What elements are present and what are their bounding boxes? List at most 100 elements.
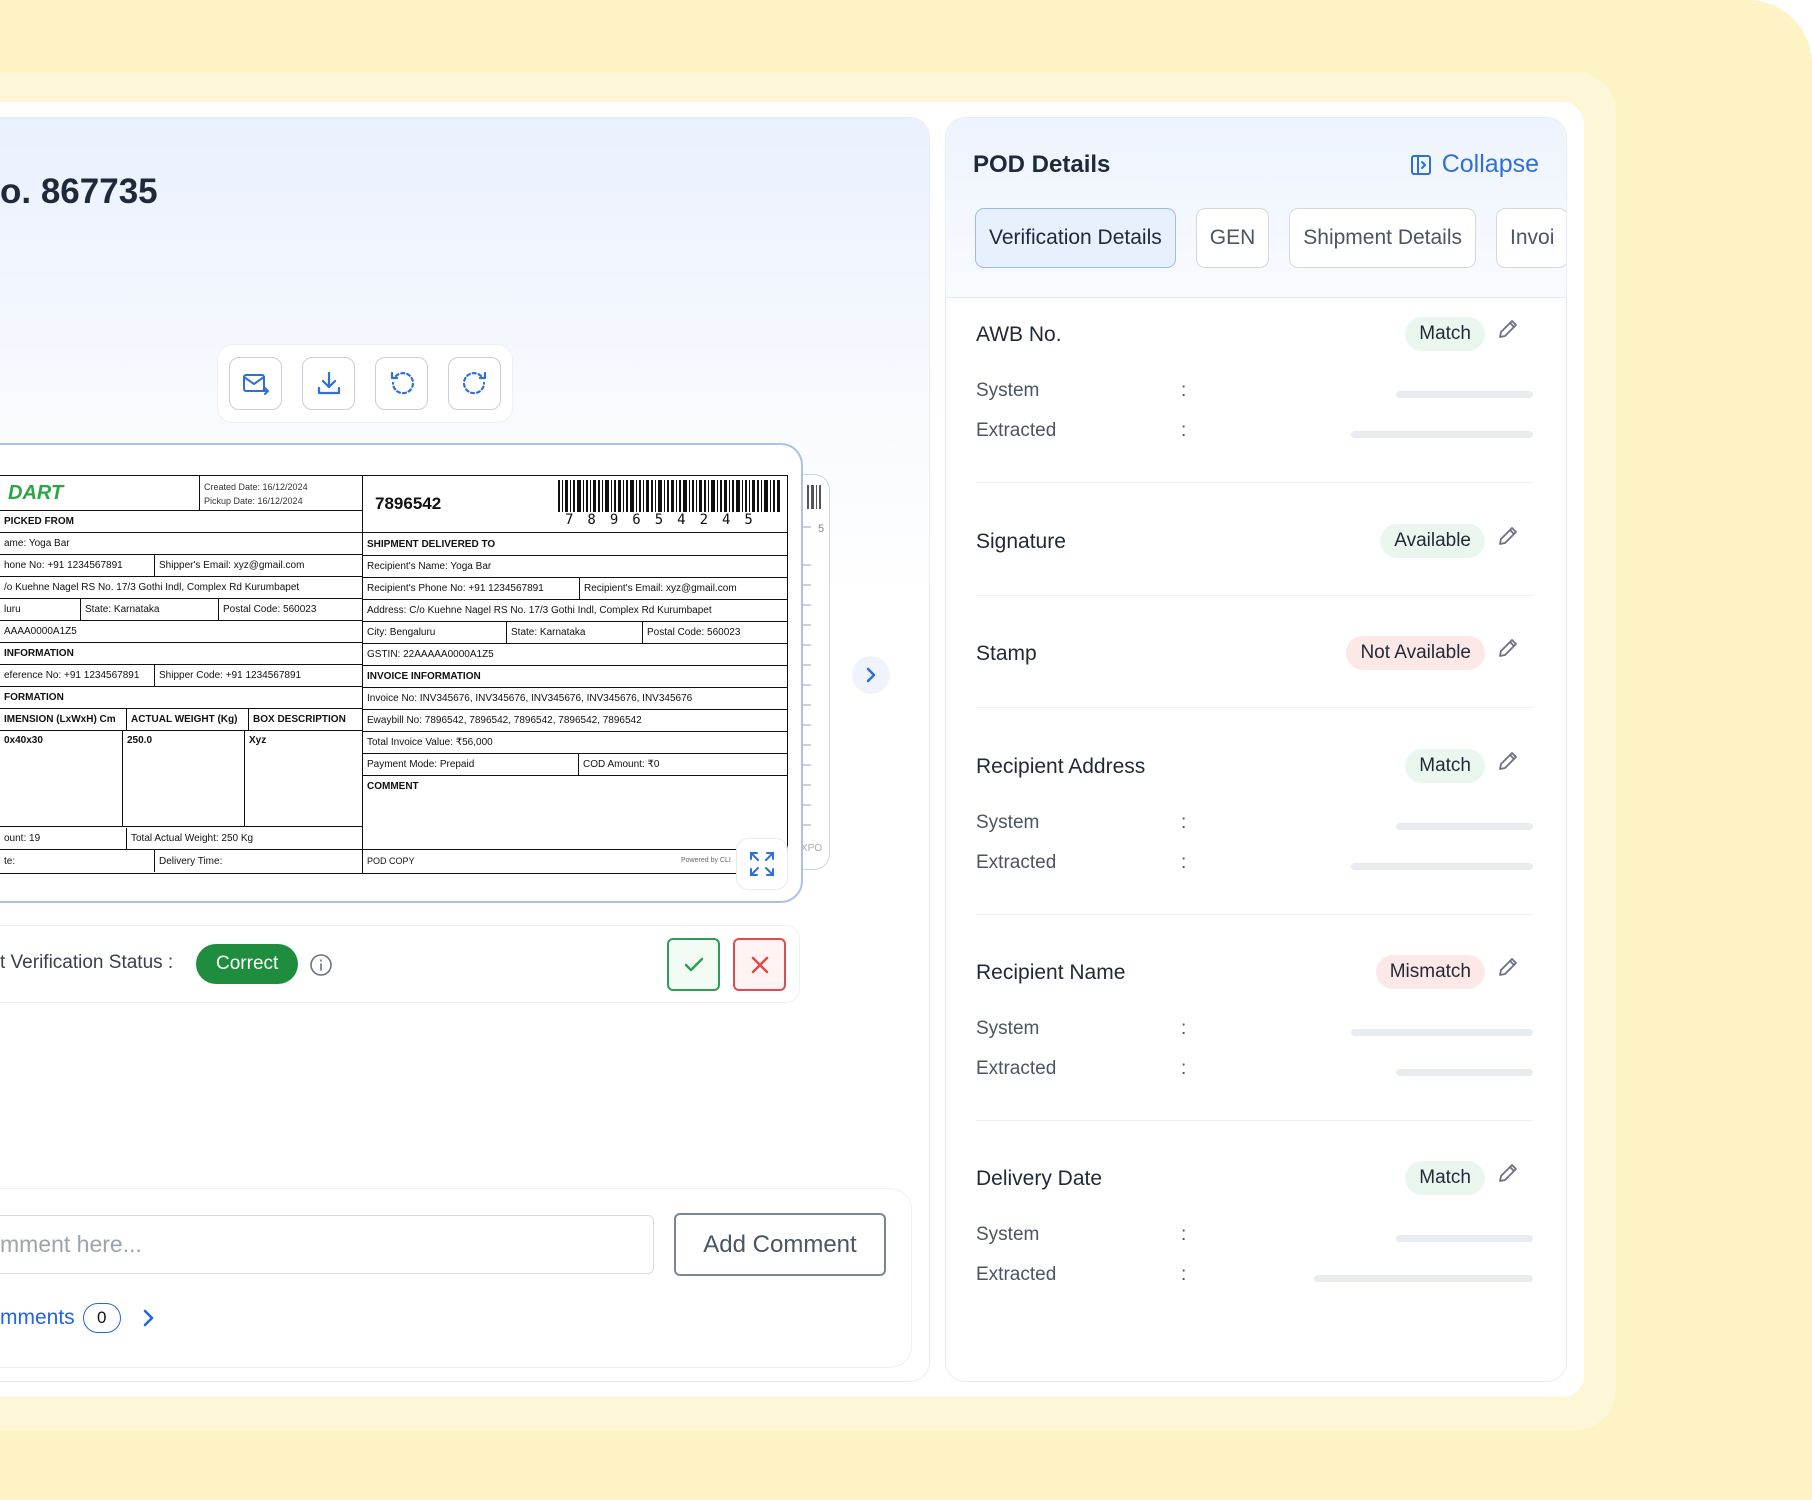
comment-placeholder: mment here... bbox=[0, 1231, 142, 1257]
field-title: AWB No. bbox=[976, 323, 1062, 346]
barcode-digits: 789654245 bbox=[565, 512, 767, 528]
label-cell: hone No: +91 1234567891 bbox=[4, 560, 123, 571]
label-row: Address: C/o Kuehne Nagel RS No. 17/3 Go… bbox=[363, 600, 787, 622]
email-button[interactable] bbox=[229, 357, 282, 410]
pod-details-header: POD Details Collapse Verification Detail… bbox=[946, 118, 1566, 298]
label-row: Invoice No: INV345676, INV345676, INV345… bbox=[363, 688, 787, 710]
next-document-button[interactable] bbox=[852, 656, 890, 694]
rotate-left-button[interactable] bbox=[375, 357, 428, 410]
edit-icon[interactable] bbox=[1496, 317, 1520, 341]
rotate-right-button[interactable] bbox=[448, 357, 501, 410]
status-badge: Correct bbox=[196, 944, 299, 984]
label-comment: COMMENT bbox=[367, 781, 419, 792]
label-row: Recipient's Phone No: +91 1234567891 Reci… bbox=[363, 578, 787, 600]
expand-button[interactable] bbox=[736, 838, 788, 890]
edit-icon[interactable] bbox=[1496, 749, 1520, 773]
label-row: FORMATION bbox=[0, 687, 362, 709]
pod-details-panel: POD Details Collapse Verification Detail… bbox=[945, 117, 1567, 1382]
dart-logo: DART bbox=[8, 482, 64, 504]
system-value-placeholder bbox=[1396, 391, 1533, 398]
label-cell: State: Karnataka bbox=[80, 599, 218, 620]
reject-button[interactable] bbox=[733, 938, 786, 991]
status-badge: Match bbox=[1405, 317, 1485, 351]
label-cell: luru bbox=[4, 604, 21, 615]
comment-section: mment here... Add Comment mments 0 bbox=[0, 1188, 912, 1368]
edit-icon[interactable] bbox=[1496, 955, 1520, 979]
extracted-label: Extracted bbox=[976, 1264, 1057, 1285]
download-icon bbox=[317, 371, 340, 394]
label-row: te: Delivery Time: bbox=[0, 850, 362, 872]
comment-count-badge: 0 bbox=[82, 1303, 121, 1333]
label-row: luru State: Karnataka Postal Code: 560023 bbox=[0, 599, 362, 621]
label-cell: Recipient's Email: xyz@gmail.com bbox=[579, 578, 737, 599]
collapse-button[interactable]: Collapse bbox=[1410, 150, 1539, 179]
add-comment-button[interactable]: Add Comment bbox=[674, 1213, 886, 1276]
label-cell: City: Bengaluru bbox=[367, 627, 436, 638]
system-label: System bbox=[976, 1224, 1040, 1245]
label-row: IMENSION (LxWxH) Cm ACTUAL WEIGHT (Kg) BOX… bbox=[0, 709, 362, 731]
next-doc-text: XPO bbox=[801, 843, 823, 854]
label-row: INFORMATION bbox=[0, 643, 362, 665]
next-doc-digit: 5 bbox=[818, 523, 825, 535]
field-divider bbox=[976, 914, 1533, 915]
pod-document-card[interactable]: DART Created Date: 16/12/2024 Pickup Dat… bbox=[0, 443, 803, 903]
pod-details-title: POD Details bbox=[973, 151, 1111, 178]
label-cell: ACTUAL WEIGHT (Kg) bbox=[126, 709, 248, 730]
label-row: PICKED FROM bbox=[0, 511, 362, 533]
chevron-right-icon bbox=[143, 1309, 153, 1327]
verification-status-bar: t Verification Status : Correct bbox=[0, 925, 800, 1003]
system-label: System bbox=[976, 380, 1040, 401]
edit-icon[interactable] bbox=[1496, 1161, 1520, 1185]
pod-tabs: Verification Details GEN Shipment Detail… bbox=[975, 208, 1566, 268]
label-cell: Shipper Code: +91 1234567891 bbox=[154, 665, 301, 686]
edit-icon[interactable] bbox=[1496, 636, 1520, 660]
field-title: Stamp bbox=[976, 642, 1037, 665]
label-cell: Shipper's Email: xyz@gmail.com bbox=[154, 555, 304, 576]
label-cell: eference No: +91 1234567891 bbox=[4, 670, 140, 681]
edit-icon[interactable] bbox=[1496, 524, 1520, 548]
field-divider bbox=[976, 707, 1533, 708]
extracted-label: Extracted bbox=[976, 420, 1057, 441]
label-row: SHIPMENT DELIVERED TO bbox=[363, 534, 787, 556]
label-cell: Delivery Time: bbox=[154, 850, 222, 872]
label-row: Ewaybill No: 7896542, 7896542, 7896542, … bbox=[363, 710, 787, 732]
info-icon[interactable] bbox=[309, 953, 333, 977]
system-label: System bbox=[976, 1018, 1040, 1039]
tab-shipment-details[interactable]: Shipment Details bbox=[1289, 208, 1477, 268]
extracted-label: Extracted bbox=[976, 852, 1057, 873]
field-awb-no: AWB No. Match System : Extracted : bbox=[976, 317, 1533, 441]
colon: : bbox=[1181, 852, 1187, 873]
tab-gen[interactable]: GEN bbox=[1195, 208, 1270, 268]
label-cell: te: bbox=[4, 855, 16, 867]
comment-input[interactable]: mment here... bbox=[0, 1215, 654, 1274]
comments-link[interactable]: mments 0 bbox=[0, 1303, 157, 1333]
header-divider bbox=[946, 297, 1566, 298]
label-cell: BOX DESCRIPTION bbox=[248, 709, 346, 730]
label-row: ame: Yoga Bar bbox=[0, 533, 362, 555]
status-badge: Not Available bbox=[1346, 636, 1485, 670]
label-right-column: 7896542 789654245 SHIPMENT DELIVERED TO … bbox=[363, 476, 787, 873]
tab-verification-details[interactable]: Verification Details bbox=[975, 208, 1176, 268]
sidebar-collapse-icon bbox=[1410, 154, 1431, 175]
approve-button[interactable] bbox=[667, 938, 720, 991]
field-divider bbox=[976, 1120, 1533, 1121]
colon: : bbox=[1181, 1058, 1187, 1079]
extracted-value-placeholder bbox=[1396, 1069, 1533, 1076]
extracted-label: Extracted bbox=[976, 1058, 1057, 1079]
download-button[interactable] bbox=[302, 357, 355, 410]
powered-by: Powered by CLI bbox=[681, 857, 731, 864]
field-divider bbox=[976, 595, 1533, 596]
field-title: Delivery Date bbox=[976, 1167, 1103, 1190]
label-cell: 0x40x30 bbox=[4, 735, 43, 746]
comments-link-label: mments bbox=[0, 1306, 75, 1329]
close-icon bbox=[751, 956, 768, 973]
tab-invoice[interactable]: Invoi bbox=[1496, 208, 1566, 268]
label-row: Recipient's Name: Yoga Bar bbox=[363, 556, 787, 578]
label-row: eference No: +91 1234567891 Shipper Code:… bbox=[0, 665, 362, 687]
label-row: GSTIN: 22AAAAA0000A1Z5 bbox=[363, 644, 787, 666]
field-title: Recipient Name bbox=[976, 961, 1126, 984]
label-row: City: Bengaluru State: Karnataka Postal Co… bbox=[363, 622, 787, 644]
colon: : bbox=[1181, 380, 1187, 401]
label-cell: IMENSION (LxWxH) Cm bbox=[4, 714, 116, 725]
system-value-placeholder bbox=[1396, 1235, 1533, 1242]
